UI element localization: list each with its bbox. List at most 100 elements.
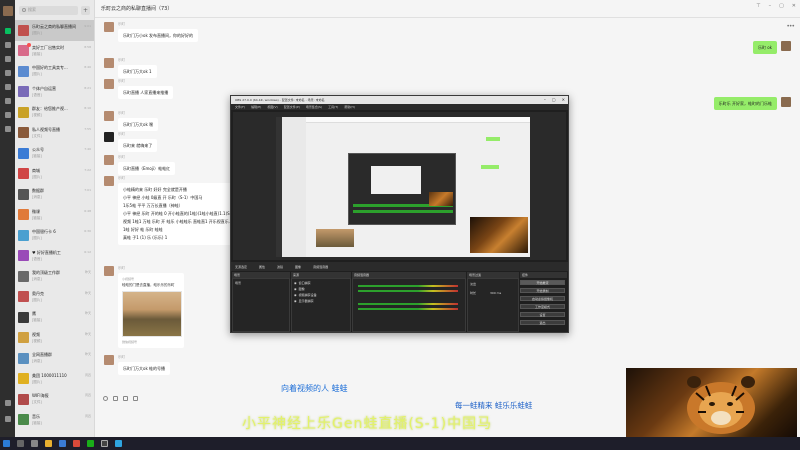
obs-toolbar-item[interactable]: 属性 — [259, 265, 265, 269]
chat-list-item[interactable]: WIFI海报 [文件] 周四 — [15, 389, 94, 410]
miniprogram-icon[interactable] — [5, 126, 11, 132]
search-task-icon[interactable] — [17, 440, 24, 447]
contacts-icon[interactable] — [5, 42, 11, 48]
chat-history-icon[interactable] — [133, 396, 138, 401]
chat-list-item[interactable]: 全网直播群 [消息] 昨天 — [15, 348, 94, 369]
obs-control-button[interactable]: 设置 — [520, 312, 565, 317]
message-bubble[interactable]: 乐町门万大ok 1 — [118, 65, 157, 78]
chat-list-item[interactable]: 个体户自运营 [语音] 8:21 — [15, 82, 94, 103]
obs-window[interactable]: OBS 27.0.0 (64-bit, windows) - 配置文件: 未命名… — [230, 95, 569, 333]
source-item[interactable]: ◉ 显示器捕获 — [294, 299, 314, 303]
emoji-icon[interactable] — [103, 396, 108, 401]
chat-list-item[interactable]: 中国银行卡 6 [图片] 6:30 — [15, 225, 94, 246]
obs-menu-item[interactable]: 视图(V) — [267, 105, 277, 109]
message-bubble[interactable]: 乐町直播（Emoji）蛙蛙红 — [118, 162, 176, 175]
add-chat-button[interactable]: + — [81, 5, 90, 15]
message-bubble[interactable]: 乐町 ok — [752, 41, 777, 54]
start-icon[interactable] — [3, 440, 10, 447]
chat-list-item[interactable]: ♥ 好好直播机工 [语音] 6:12 — [15, 246, 94, 267]
explorer-icon[interactable] — [45, 440, 52, 447]
channels-icon[interactable] — [5, 98, 11, 104]
obs-menu-item[interactable]: 文件(F) — [235, 105, 245, 109]
sender-avatar[interactable] — [104, 355, 114, 365]
chat-list-item[interactable]: 乐町云之商的私聊直播间 [图片] 9:01 — [15, 20, 94, 41]
chat-list-item[interactable]: 中国好的工具卖专... [图片] 8:40 — [15, 61, 94, 82]
chat-list-item[interactable]: 私人视频号直播 [文件] 7:55 — [15, 123, 94, 144]
eye-icon[interactable]: ◉ — [294, 287, 297, 291]
browser-icon[interactable] — [59, 440, 66, 447]
obs-toolbar-item[interactable]: 音频混音器 — [313, 265, 328, 269]
sender-avatar[interactable] — [104, 22, 114, 32]
eye-icon[interactable]: ◉ — [294, 293, 297, 297]
chat-list-item[interactable]: 视频 [视频] 昨天 — [15, 328, 94, 349]
chat-list-item[interactable]: 微课 [链接] 6:48 — [15, 205, 94, 226]
files-icon[interactable] — [5, 70, 11, 76]
message-bubble[interactable]: 乐町直播 人家直播来推播 — [118, 86, 174, 99]
source-item[interactable]: ◉ 图像 — [294, 287, 305, 291]
obs-menu-item[interactable]: 配置文件(P) — [284, 105, 300, 109]
app-icon[interactable] — [73, 440, 80, 447]
pin-icon[interactable]: ⊤ — [756, 3, 760, 9]
chat-list-item[interactable]: 公众号 [链接] 7:40 — [15, 143, 94, 164]
folder-icon[interactable] — [113, 396, 118, 401]
my-avatar[interactable] — [781, 41, 791, 51]
sender-avatar[interactable] — [104, 155, 114, 165]
chat-list-item[interactable]: 群友：给您推产视... [视频] 8:10 — [15, 102, 94, 123]
message-bubble[interactable]: 乐町乐 开好家，蛙町的门乐蛙 — [713, 97, 777, 110]
phone-icon[interactable] — [5, 400, 11, 406]
obs-control-button[interactable]: 开始推流 — [520, 280, 565, 285]
obs-toolbar-item[interactable]: 滤镜 — [277, 265, 283, 269]
message-bubble[interactable]: 乐町来 就嗨来了 — [118, 139, 158, 152]
transition-type[interactable]: 淡出 — [470, 282, 476, 286]
obs-preview[interactable] — [233, 112, 566, 260]
obs-menu-item[interactable]: 场景集合(S) — [306, 105, 322, 109]
sender-avatar[interactable] — [104, 132, 114, 142]
video-card[interactable]: 小视频号 蛙蛙的门是去直播，蛙乐乐的乐町 微信视频号 — [118, 273, 184, 348]
obs-maximize-icon[interactable]: ▢ — [552, 96, 556, 104]
moments-icon[interactable] — [5, 84, 11, 90]
chat-list-item[interactable]: 卖好工厂出售实时 [链接] 8:58 — [15, 41, 94, 62]
edge-icon[interactable] — [115, 440, 122, 447]
chat-list-item[interactable]: 我的顶级工作群 [消息] 昨天 — [15, 266, 94, 287]
obs-menu-item[interactable]: 帮助(H) — [344, 105, 355, 109]
chat-list-item[interactable]: 数据群 [消息] 7:01 — [15, 184, 94, 205]
obs-menu-item[interactable]: 工具(T) — [328, 105, 338, 109]
chat-list-item[interactable]: 音乐 [链接] 周四 — [15, 410, 94, 431]
obs-menu-item[interactable]: 编辑(E) — [251, 105, 261, 109]
favorites-icon[interactable] — [5, 56, 11, 62]
obs-control-button[interactable]: 退出 — [520, 320, 565, 325]
obs-icon[interactable] — [101, 440, 108, 447]
obs-close-icon[interactable]: ✕ — [562, 96, 565, 104]
sender-avatar[interactable] — [104, 58, 114, 68]
more-icon[interactable]: ••• — [786, 23, 795, 30]
chat-list-item[interactable]: 商城 [图片] 7:22 — [15, 164, 94, 185]
minimize-icon[interactable]: – — [769, 3, 772, 9]
obs-minimize-icon[interactable]: – — [544, 96, 546, 104]
sender-avatar[interactable] — [104, 266, 114, 276]
message-bubble[interactable]: 乐町门万大ok 嘿 — [118, 118, 159, 131]
taskview-icon[interactable] — [31, 440, 38, 447]
eye-icon[interactable]: ◉ — [294, 281, 297, 285]
search-input[interactable]: 搜索 — [19, 5, 78, 15]
obs-toolbar-item[interactable]: 无源选定 — [235, 265, 247, 269]
scissors-icon[interactable] — [123, 396, 128, 401]
obs-control-button[interactable]: 开始录制 — [520, 288, 565, 293]
my-avatar[interactable] — [781, 97, 791, 107]
source-item[interactable]: ◉ 窗口捕获 — [294, 281, 311, 285]
chat-list-item[interactable]: 鹰 [链接] 昨天 — [15, 307, 94, 328]
message-bubble[interactable]: 乐町门万大ok 蛙的号播 — [118, 362, 171, 375]
search-icon[interactable] — [5, 112, 11, 118]
obs-control-button[interactable]: 启动虚拟摄像机 — [520, 296, 565, 301]
wechat-icon[interactable] — [87, 440, 94, 447]
eye-icon[interactable]: ◉ — [294, 299, 297, 303]
sender-avatar[interactable] — [104, 79, 114, 89]
message-bubble[interactable]: 乐町门万小ok 发布直播间，你的好好的 — [118, 29, 199, 42]
scene-item[interactable]: 场景 — [235, 281, 241, 285]
chat-icon[interactable] — [5, 28, 11, 34]
sender-avatar[interactable] — [104, 111, 114, 121]
transition-duration-value[interactable]: 300 ms — [490, 291, 501, 295]
menu-icon[interactable] — [5, 416, 11, 422]
sender-avatar[interactable] — [104, 176, 114, 186]
chat-list-item[interactable]: 奥丹克 [图片] 昨天 — [15, 287, 94, 308]
obs-toolbar-item[interactable]: 图像 — [295, 265, 301, 269]
